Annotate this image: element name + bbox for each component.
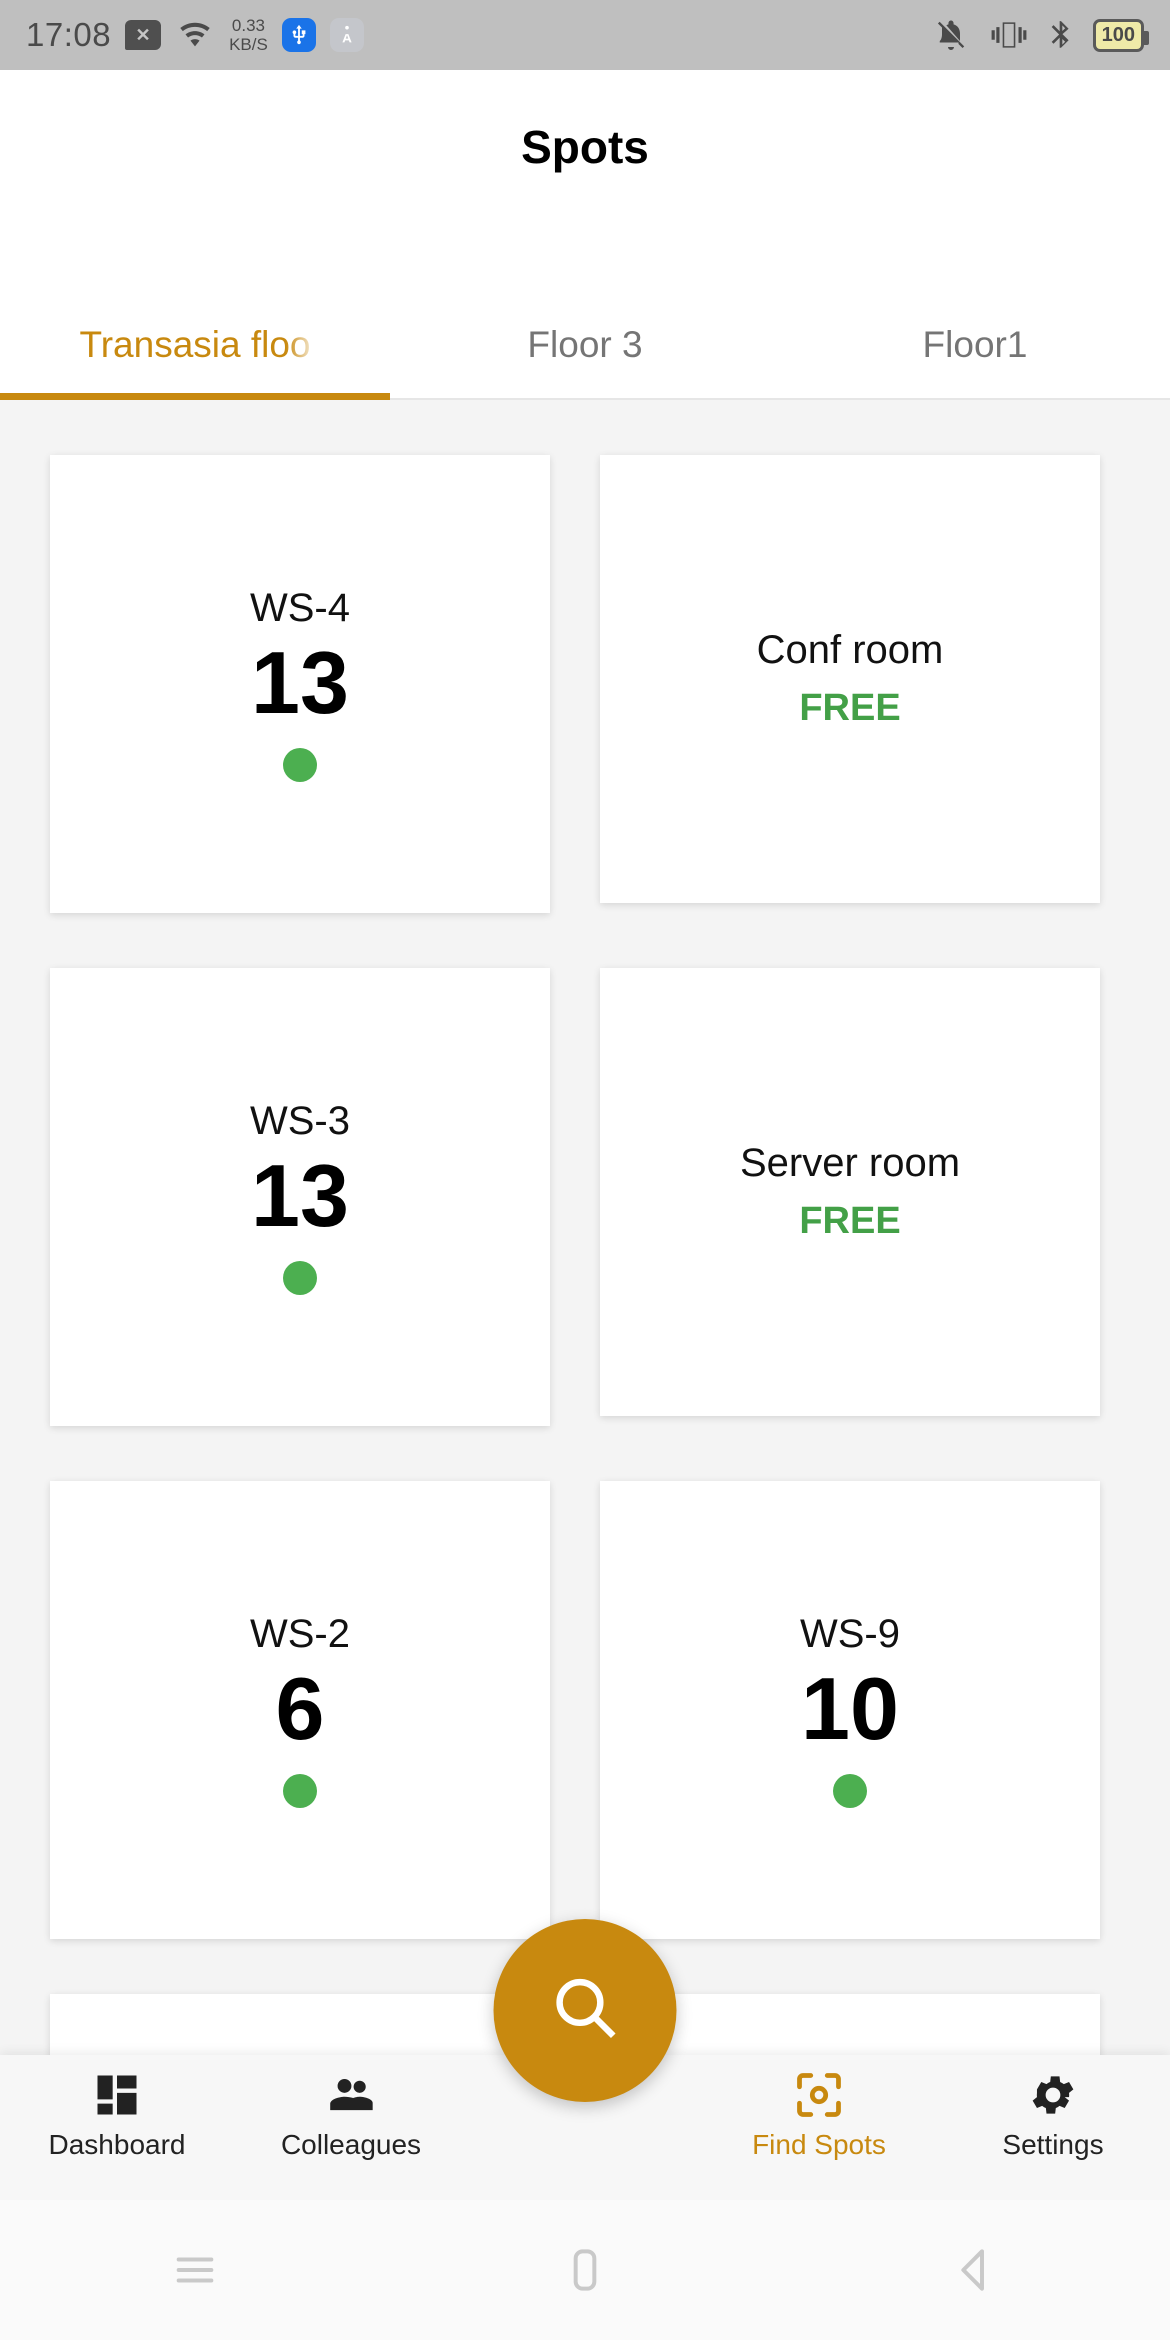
sim-card-disabled-icon: ✕ — [125, 20, 162, 50]
dashboard-grid-icon — [91, 2069, 143, 2121]
spot-card[interactable]: Server room FREE — [600, 968, 1100, 1416]
spot-card[interactable]: Conf room FREE — [600, 455, 1100, 903]
system-navigation-bar — [0, 2200, 1170, 2340]
spot-status: FREE — [799, 1200, 901, 1242]
bell-muted-icon — [929, 17, 973, 53]
developer-icon — [329, 18, 364, 52]
app-header: Spots Transasia floo Floor 3 Floor1 — [0, 70, 1170, 400]
spot-count: 13 — [251, 632, 349, 732]
page-title: Spots — [521, 121, 649, 173]
spot-count: 6 — [275, 1658, 325, 1758]
nav-item-settings[interactable]: Settings — [936, 2055, 1170, 2161]
search-fab[interactable] — [493, 1919, 677, 2102]
status-dot-green — [283, 748, 317, 783]
spot-name: WS-9 — [800, 1611, 900, 1656]
nav-label: Find Spots — [752, 2129, 886, 2160]
status-dot-green — [283, 1261, 317, 1296]
status-bar-right: 100 — [929, 15, 1150, 55]
bluetooth-icon — [1045, 15, 1077, 55]
tab-active-indicator — [0, 393, 390, 400]
gear-icon — [1027, 2069, 1079, 2121]
spot-card[interactable]: WS-3 13 — [50, 968, 550, 1426]
status-dot-green — [283, 1774, 317, 1809]
recents-icon[interactable] — [135, 2230, 255, 2310]
spot-count: 13 — [251, 1145, 349, 1245]
spot-count: 10 — [801, 1658, 899, 1758]
scan-focus-icon — [793, 2069, 845, 2121]
nav-item-colleagues[interactable]: Colleagues — [234, 2055, 468, 2161]
usb-icon — [281, 18, 316, 52]
nav-item-find-spots[interactable]: Find Spots — [702, 2055, 936, 2161]
spot-name: Conf room — [756, 628, 944, 672]
network-speed-value: 0.33 — [231, 16, 266, 35]
spot-card[interactable]: WS-4 13 — [50, 455, 550, 913]
home-icon[interactable] — [525, 2230, 645, 2310]
nav-label: Colleagues — [280, 2129, 422, 2160]
spot-name: WS-2 — [250, 1611, 350, 1656]
status-dot-green — [833, 1774, 867, 1809]
spot-card[interactable]: WS-9 10 — [600, 1481, 1100, 1939]
spot-status: FREE — [799, 687, 901, 729]
tab-floor-1[interactable]: Floor1 — [780, 290, 1170, 400]
tab-label: Transasia floo — [79, 324, 311, 365]
vibrate-icon — [989, 16, 1029, 54]
status-time: 17:08 — [26, 16, 112, 53]
tab-label: Floor1 — [922, 324, 1028, 365]
network-speed-unit: KB/S — [229, 35, 268, 54]
tab-floor-3[interactable]: Floor 3 — [390, 290, 780, 400]
spot-card[interactable]: WS-2 6 — [50, 1481, 550, 1939]
network-speed: 0.33 KB/S — [229, 16, 268, 54]
people-icon — [325, 2069, 377, 2121]
wifi-icon — [175, 18, 215, 52]
nav-label: Dashboard — [48, 2129, 186, 2160]
spot-name: Server room — [739, 1141, 961, 1185]
back-icon[interactable] — [915, 2230, 1035, 2310]
floor-tabs: Transasia floo Floor 3 Floor1 — [0, 290, 1170, 400]
sim-x-glyph: ✕ — [135, 25, 151, 45]
tab-label: Floor 3 — [527, 324, 643, 365]
search-icon — [548, 1971, 622, 2050]
status-bar-left: 17:08 ✕ 0.33 KB/S — [26, 16, 364, 54]
nav-label: Settings — [1002, 2129, 1104, 2160]
tab-transasia-floor[interactable]: Transasia floo — [0, 290, 390, 400]
spot-name: WS-4 — [250, 585, 350, 630]
nav-item-dashboard[interactable]: Dashboard — [0, 2055, 234, 2161]
spot-name: WS-3 — [250, 1098, 350, 1143]
battery-indicator: 100 — [1092, 18, 1150, 52]
status-bar: 17:08 ✕ 0.33 KB/S 100 — [0, 0, 1170, 70]
